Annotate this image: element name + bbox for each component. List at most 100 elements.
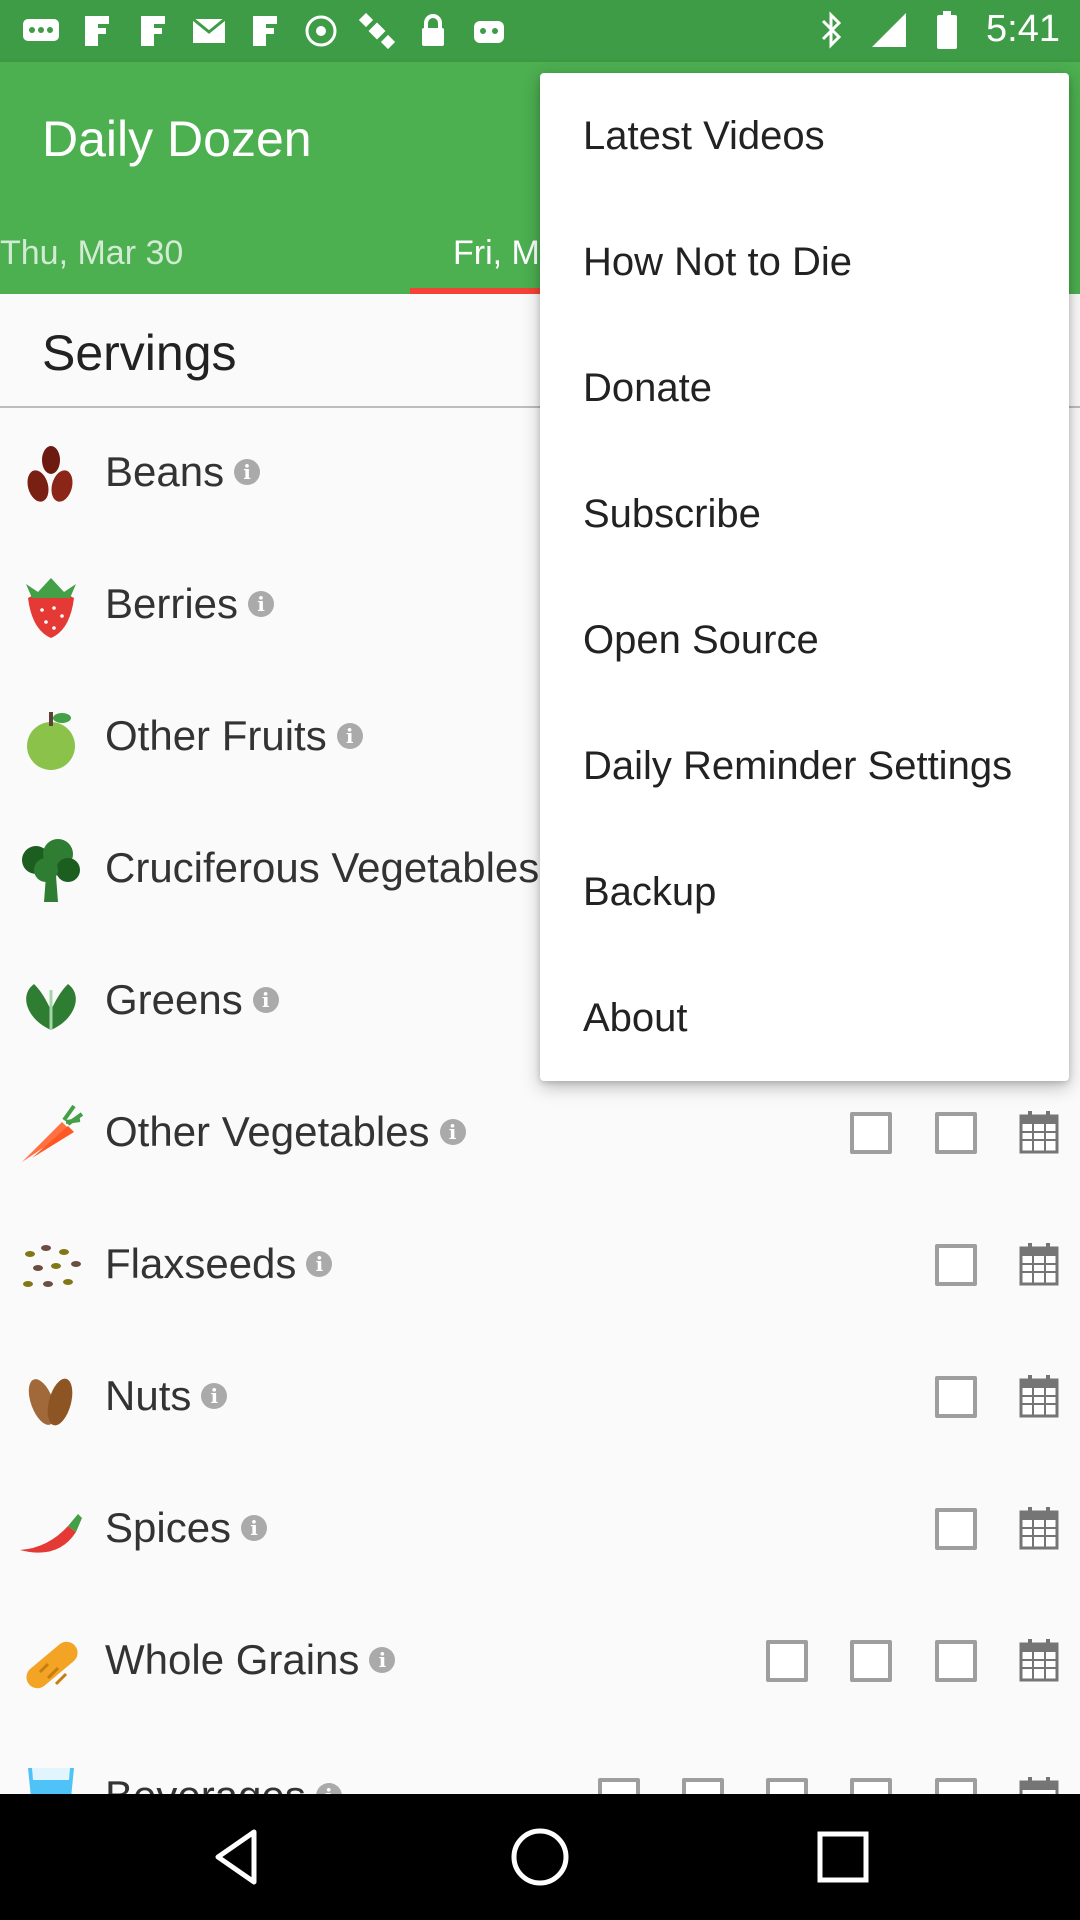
app-notification-icon <box>78 12 116 50</box>
serving-checkbox[interactable] <box>850 1640 892 1682</box>
overflow-menu: Latest Videos How Not to Die Donate Subs… <box>540 73 1069 1081</box>
info-icon[interactable]: i <box>369 1647 396 1673</box>
servings-title: Servings <box>42 325 237 381</box>
food-label[interactable]: Other Vegetables i <box>105 1108 466 1156</box>
home-icon[interactable] <box>507 1824 573 1890</box>
tab-fri[interactable]: Fri, M <box>453 234 540 273</box>
calendar-icon[interactable] <box>1019 1242 1059 1286</box>
food-name: Nuts <box>105 1372 192 1419</box>
food-name: Cruciferous Vegetables <box>105 844 540 891</box>
mail-icon <box>190 12 228 50</box>
broccoli-icon <box>22 839 80 902</box>
satellite-icon <box>358 12 396 50</box>
menu-item-how-not-to-die[interactable]: How Not to Die <box>540 199 1069 325</box>
calendar-icon[interactable] <box>1019 1638 1059 1682</box>
info-icon[interactable]: i <box>241 1515 268 1541</box>
info-icon[interactable]: i <box>336 723 363 749</box>
info-icon[interactable]: i <box>248 591 275 617</box>
food-row-nuts: Nuts i <box>0 1334 1080 1466</box>
info-icon[interactable]: i <box>439 1119 466 1145</box>
menu-item-open-source[interactable]: Open Source <box>540 577 1069 703</box>
food-name: Beans <box>105 448 225 495</box>
food-row-whole-grains: Whole Grains i <box>0 1598 1080 1730</box>
menu-item-latest-videos[interactable]: Latest Videos <box>540 73 1069 199</box>
food-name: Berries <box>105 580 239 627</box>
system-status: 5:41 <box>812 8 1060 51</box>
menu-item-backup[interactable]: Backup <box>540 829 1069 955</box>
calendar-icon[interactable] <box>1019 1506 1059 1550</box>
serving-checkbox[interactable] <box>935 1244 977 1286</box>
tab-thu-mar-30[interactable]: Thu, Mar 30 <box>0 234 183 273</box>
serving-checkbox[interactable] <box>598 1778 640 1794</box>
serving-checkbox[interactable] <box>682 1778 724 1794</box>
battery-icon <box>928 10 966 49</box>
menu-item-about[interactable]: About <box>540 955 1069 1081</box>
lock-icon <box>414 12 452 50</box>
carrot-icon <box>22 1104 84 1162</box>
info-icon[interactable]: i <box>252 987 279 1013</box>
strawberry-icon <box>26 578 76 638</box>
food-label[interactable]: Beans i <box>105 448 261 496</box>
glass-icon <box>28 1768 74 1794</box>
info-icon[interactable]: i <box>306 1251 333 1277</box>
calendar-icon[interactable] <box>1019 1110 1059 1154</box>
serving-checkbox[interactable] <box>935 1778 977 1794</box>
food-label[interactable]: Spices i <box>105 1504 268 1552</box>
serving-checkbox[interactable] <box>935 1508 977 1550</box>
menu-item-donate[interactable]: Donate <box>540 325 1069 451</box>
serving-checkbox[interactable] <box>850 1112 892 1154</box>
greens-icon <box>26 984 76 1030</box>
bread-icon <box>26 1641 78 1689</box>
serving-checkbox[interactable] <box>766 1778 808 1794</box>
food-label[interactable]: Flaxseeds i <box>105 1240 333 1288</box>
notification-icons <box>22 12 508 50</box>
app-notification-icon-3 <box>246 12 284 50</box>
clock: 5:41 <box>986 8 1060 50</box>
back-icon[interactable] <box>204 1824 270 1890</box>
food-name: Beverages <box>105 1772 306 1794</box>
food-row-other-vegetables: Other Vegetables i <box>0 1070 1080 1202</box>
food-name: Flaxseeds <box>105 1240 297 1287</box>
calendar-icon[interactable] <box>1019 1776 1059 1794</box>
app-title: Daily Dozen <box>42 111 312 167</box>
food-row-spices: Spices i <box>0 1466 1080 1598</box>
apple-icon <box>27 712 75 770</box>
food-name: Spices <box>105 1504 232 1551</box>
food-name: Other Vegetables <box>105 1108 430 1155</box>
recents-icon[interactable] <box>810 1824 876 1890</box>
menu-item-daily-reminder-settings[interactable]: Daily Reminder Settings <box>540 703 1069 829</box>
navigation-bar <box>0 1794 1080 1920</box>
nuts-icon <box>28 1378 73 1426</box>
chat-notification-icon <box>22 12 60 50</box>
food-label[interactable]: Berries i <box>105 580 275 628</box>
serving-checkbox[interactable] <box>935 1640 977 1682</box>
android-icon <box>470 12 508 50</box>
serving-checkbox[interactable] <box>766 1640 808 1682</box>
food-label[interactable]: Beverages i <box>105 1772 342 1794</box>
chili-icon <box>20 1514 82 1553</box>
calendar-icon[interactable] <box>1019 1374 1059 1418</box>
food-label[interactable]: Whole Grains i <box>105 1636 396 1684</box>
serving-checkbox[interactable] <box>850 1778 892 1794</box>
food-label[interactable]: Cruciferous Vegetables <box>105 844 539 892</box>
info-icon[interactable]: i <box>201 1383 228 1409</box>
food-label[interactable]: Other Fruits i <box>105 712 363 760</box>
food-label[interactable]: Greens i <box>105 976 279 1024</box>
info-icon[interactable]: i <box>315 1783 342 1794</box>
status-bar: 5:41 <box>0 0 1080 62</box>
food-name: Greens <box>105 976 243 1023</box>
food-row-beverages: Beverages i <box>0 1730 1080 1794</box>
serving-checkbox[interactable] <box>935 1112 977 1154</box>
bluetooth-icon <box>812 10 850 49</box>
info-icon[interactable]: i <box>234 459 261 485</box>
food-label[interactable]: Nuts i <box>105 1372 228 1420</box>
menu-item-subscribe[interactable]: Subscribe <box>540 451 1069 577</box>
sync-icon <box>302 12 340 50</box>
food-name: Other Fruits <box>105 712 327 759</box>
signal-icon <box>870 11 908 49</box>
food-row-flaxseeds: Flaxseeds i <box>0 1202 1080 1334</box>
flaxseeds-icon <box>23 1245 81 1287</box>
serving-checkbox[interactable] <box>935 1376 977 1418</box>
beans-icon <box>27 446 73 502</box>
app-notification-icon-2 <box>134 12 172 50</box>
